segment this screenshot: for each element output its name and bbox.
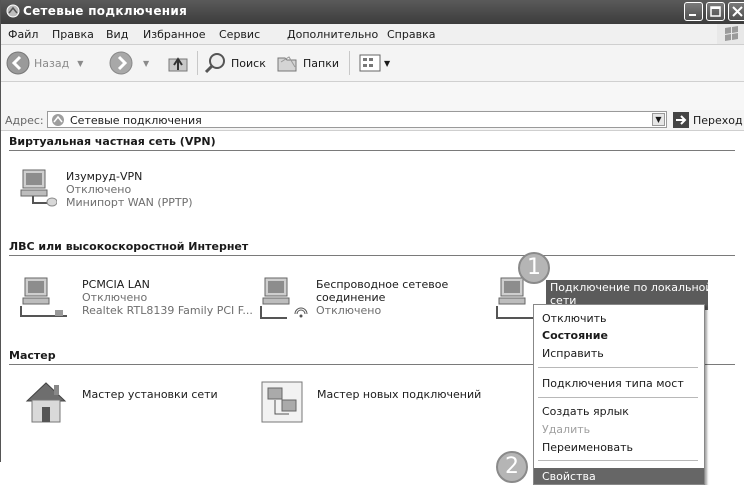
menu-separator <box>538 460 698 461</box>
connection-status: Отключено <box>82 291 148 304</box>
forward-arrow-icon <box>109 51 133 75</box>
connection-name: Изумруд-VPN <box>66 170 143 183</box>
menu-item-create-shortcut[interactable]: Создать ярлык <box>542 405 629 418</box>
vpn-connection-icon <box>20 169 57 207</box>
back-arrow-icon <box>6 51 30 75</box>
menu-help[interactable]: Справка <box>387 28 435 41</box>
views-icon <box>359 54 381 72</box>
group-divider <box>9 255 735 256</box>
wireless-connection-icon <box>260 277 308 319</box>
menu-separator <box>538 367 698 368</box>
menu-tools[interactable]: Сервис <box>219 28 260 41</box>
folder-up-icon <box>168 57 188 72</box>
wizard-name: Мастер новых подключений <box>317 388 482 401</box>
folders-button[interactable]: Папки <box>275 45 339 81</box>
go-arrow-icon <box>676 115 687 125</box>
address-bar: Адрес: Сетевые подключения ▼ Переход <box>1 110 744 131</box>
maximize-icon <box>710 6 721 17</box>
search-label: Поиск <box>231 56 266 70</box>
menu-view[interactable]: Вид <box>106 28 128 41</box>
maximize-button[interactable] <box>706 2 725 21</box>
back-dropdown-icon[interactable]: ▼ <box>77 59 83 68</box>
address-field[interactable]: Сетевые подключения ▼ <box>47 111 667 128</box>
context-menu: Отключить Состояние Исправить Подключени… <box>533 304 705 485</box>
house-icon <box>25 382 67 423</box>
minimize-button[interactable] <box>684 2 703 21</box>
connection-name: Беспроводное сетевое <box>316 278 449 291</box>
search-icon <box>204 53 225 74</box>
menu-item-bridge[interactable]: Подключения типа мост <box>542 377 684 390</box>
address-label: Адрес: <box>5 114 44 127</box>
search-button[interactable]: Поиск <box>203 45 266 81</box>
connection-status: Отключено <box>316 304 382 317</box>
back-label: Назад <box>34 56 70 70</box>
back-button[interactable]: Назад ▼ <box>6 45 83 81</box>
connection-name: соединение <box>316 291 386 304</box>
menu-file[interactable]: Файл <box>8 28 38 41</box>
menu-separator <box>538 397 698 398</box>
group-header-wizard: Мастер <box>9 349 56 362</box>
step-badge-2: 2 <box>496 451 528 483</box>
connection-name: PCMCIA LAN <box>82 278 150 291</box>
menu-advanced[interactable]: Дополнительно <box>287 28 378 41</box>
close-icon <box>732 6 743 17</box>
windows-logo-icon <box>717 24 744 44</box>
address-value: Сетевые подключения <box>70 114 202 127</box>
menu-favorites[interactable]: Избранное <box>143 28 205 41</box>
menu-item-disable[interactable]: Отключить <box>542 312 607 325</box>
menu-item-status[interactable]: Состояние <box>542 329 608 342</box>
connection-device: Минипорт WAN (PPTP) <box>66 196 193 209</box>
menu-item-properties[interactable]: Свойства <box>542 470 596 483</box>
window-title: Сетевые подключения <box>23 4 188 18</box>
title-bar[interactable]: Сетевые подключения <box>1 0 744 24</box>
views-button[interactable]: ▼ <box>358 45 390 81</box>
step-badge-1: 1 <box>518 252 550 284</box>
go-label[interactable]: Переход <box>693 114 743 127</box>
menu-item-rename[interactable]: Переименовать <box>542 441 633 454</box>
toolbar: Назад ▼ ▼ Поиск Папки ▼ <box>1 45 744 82</box>
group-header-vpn: Виртуальная частная сеть (VPN) <box>9 135 216 148</box>
new-connection-wizard-icon <box>261 381 303 423</box>
go-button[interactable] <box>673 112 689 128</box>
lan-connection-icon <box>20 277 67 317</box>
up-button[interactable] <box>165 45 191 81</box>
menu-item-delete: Удалить <box>542 423 591 436</box>
folders-icon <box>277 56 297 72</box>
menu-item-repair[interactable]: Исправить <box>542 347 604 360</box>
toolbar-separator <box>349 51 350 75</box>
group-divider <box>9 150 735 151</box>
wizard-name: Мастер установки сети <box>82 388 218 401</box>
connection-device: Realtek RTL8139 Family PCI F... <box>82 304 253 317</box>
network-folder-icon <box>6 4 20 18</box>
menu-bar: Файл Правка Вид Избранное Сервис Дополни… <box>1 24 744 45</box>
address-dropdown-icon[interactable]: ▼ <box>652 113 665 126</box>
forward-dropdown-icon[interactable]: ▼ <box>143 59 149 68</box>
views-dropdown-icon[interactable]: ▼ <box>384 59 390 68</box>
minimize-icon <box>689 14 696 16</box>
connection-name: Подключение по локальной <box>550 281 713 294</box>
close-button[interactable] <box>728 2 744 21</box>
folders-label: Папки <box>303 56 339 70</box>
toolbar-separator <box>197 51 198 75</box>
connection-status: Отключено <box>66 183 132 196</box>
menu-edit[interactable]: Правка <box>52 28 94 41</box>
network-connections-icon <box>52 114 64 126</box>
group-header-lan: ЛВС или высокоскоростной Интернет <box>9 240 249 253</box>
forward-button[interactable]: ▼ <box>109 45 149 81</box>
